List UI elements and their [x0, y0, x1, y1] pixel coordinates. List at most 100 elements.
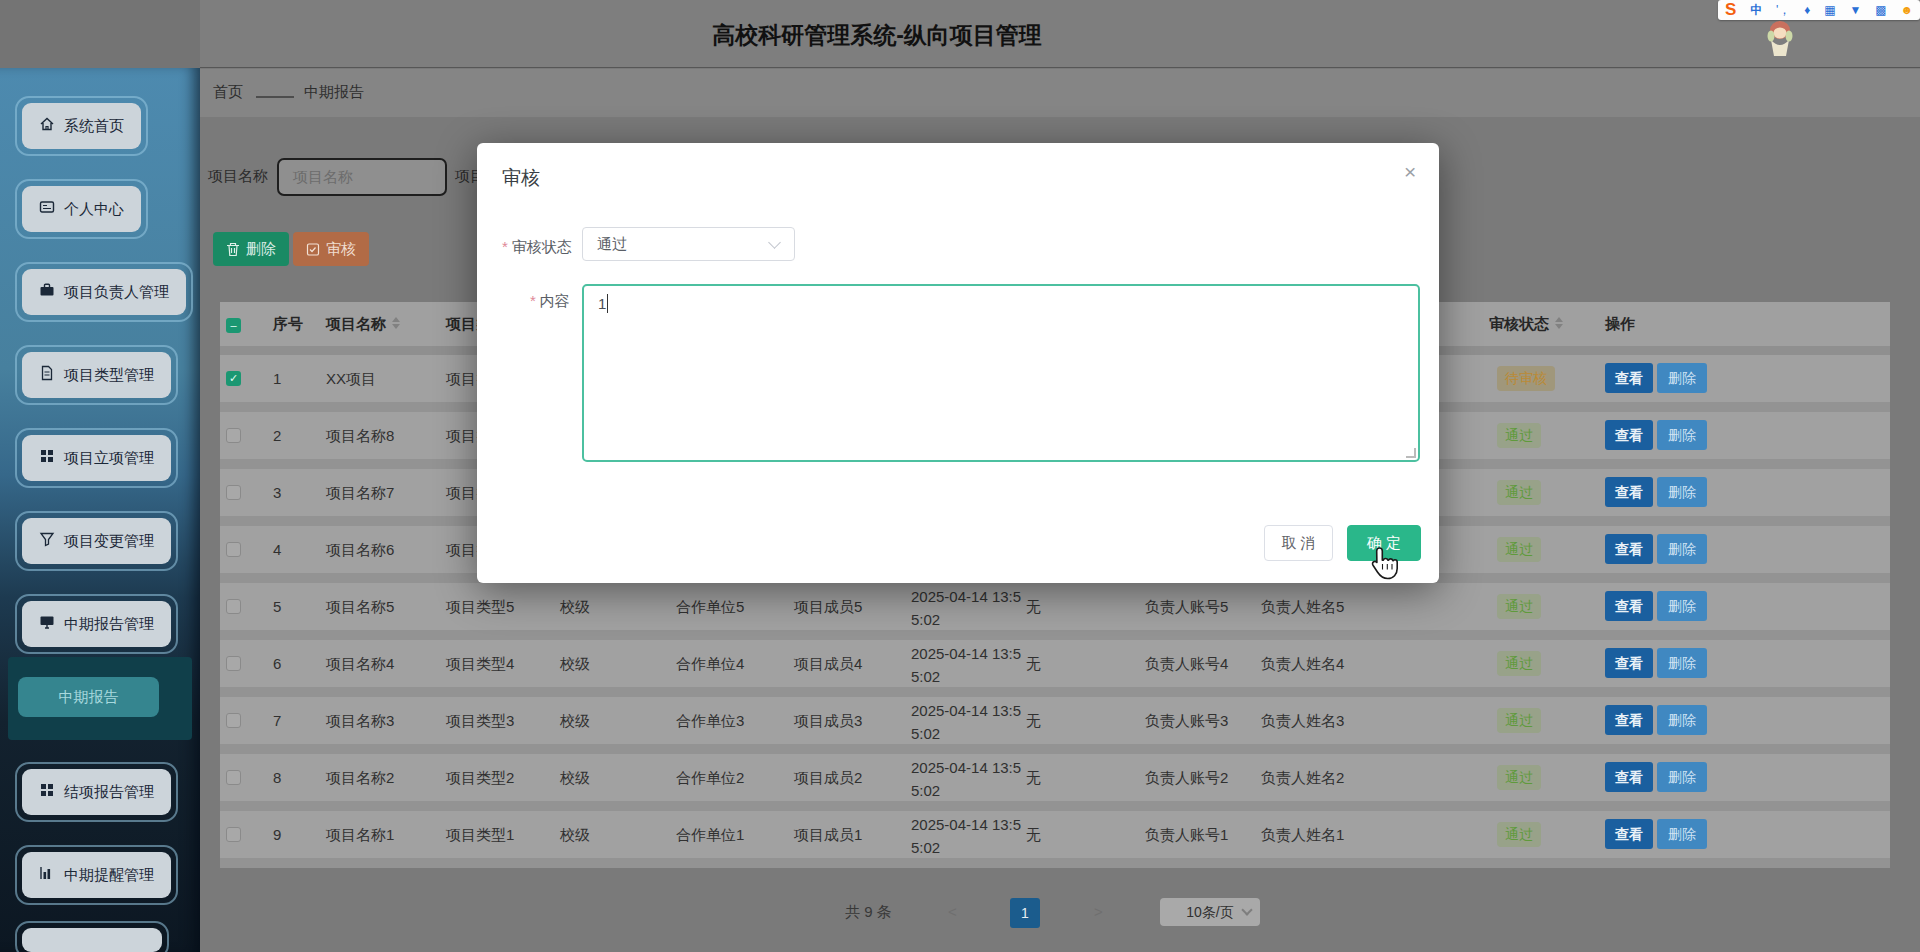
row-checkbox[interactable]: [226, 656, 241, 671]
status-select-value: 通过: [597, 235, 627, 254]
status-badge: 待审核: [1497, 366, 1555, 391]
close-icon[interactable]: ×: [1404, 160, 1416, 184]
cell-name: 项目名称5: [326, 583, 394, 630]
sidebar-item-结项报告管理[interactable]: 结项报告管理: [22, 769, 171, 815]
pagination-next[interactable]: >: [1094, 903, 1103, 920]
grid-icon: [39, 782, 55, 802]
status-badge: 通过: [1497, 423, 1541, 448]
view-button[interactable]: 查看: [1605, 363, 1653, 393]
cell-level: 校级: [560, 697, 590, 744]
row-checkbox[interactable]: [226, 485, 241, 500]
cell-seq: 8: [273, 754, 281, 801]
text-caret: [607, 294, 608, 313]
cell-end: 无: [1026, 697, 1041, 744]
view-button[interactable]: 查看: [1605, 819, 1653, 849]
view-button[interactable]: 查看: [1605, 534, 1653, 564]
col-header-status[interactable]: 审核状态: [1489, 302, 1563, 346]
idcard-icon: [39, 199, 55, 219]
sidebar-item-项目立项管理[interactable]: 项目立项管理: [22, 435, 171, 481]
pagination-total: 共 9 条: [845, 903, 892, 922]
sidebar: 系统首页个人中心项目负责人管理项目类型管理项目立项管理项目变更管理中期报告管理结…: [0, 68, 200, 952]
row-delete-button[interactable]: 删除: [1657, 648, 1707, 678]
cell-end: 无: [1026, 583, 1041, 630]
textarea-resize-grip[interactable]: [1406, 448, 1416, 458]
file-icon: [39, 365, 55, 385]
mic-icon: ♦: [1804, 3, 1810, 17]
pagination-page-1[interactable]: 1: [1010, 898, 1040, 928]
content-textarea-value: 1: [598, 295, 606, 312]
sidebar-item-项目负责人管理[interactable]: 项目负责人管理: [22, 269, 186, 315]
sidebar-item-个人中心[interactable]: 个人中心: [22, 186, 141, 232]
keyboard-icon: ▦: [1824, 3, 1835, 17]
row-delete-button[interactable]: 删除: [1657, 420, 1707, 450]
cell-seq: 2: [273, 412, 281, 459]
row-delete-button[interactable]: 删除: [1657, 762, 1707, 792]
sogou-logo: S: [1725, 0, 1736, 20]
col-header-action[interactable]: 操作: [1605, 302, 1635, 346]
cell-end: 无: [1026, 640, 1041, 687]
cell-type: 项目类型5: [446, 583, 514, 630]
cell-member: 项目成员1: [794, 811, 862, 858]
row-delete-button[interactable]: 删除: [1657, 591, 1707, 621]
breadcrumb-home[interactable]: 首页: [213, 83, 243, 102]
screen: 高校科研管理系统-纵向项目管理 首页 中期报告 系统首页个人中心项目负责人管理项…: [0, 0, 1920, 952]
review-button[interactable]: 审核: [293, 232, 369, 266]
view-button[interactable]: 查看: [1605, 477, 1653, 507]
row-checkbox[interactable]: [226, 428, 241, 443]
chart-icon: [39, 865, 55, 885]
view-button[interactable]: 查看: [1605, 762, 1653, 792]
ime-toolbar[interactable]: S 中 '， ♦ ▦ ▼ ▩ ☻: [1718, 0, 1920, 20]
home-icon: [39, 116, 55, 136]
sort-carets-icon[interactable]: [392, 317, 400, 329]
sidebar-item-项目变更管理[interactable]: 项目变更管理: [22, 518, 171, 564]
cell-org: 合作单位3: [676, 697, 744, 744]
cancel-button[interactable]: 取 消: [1264, 525, 1333, 561]
select-all-checkbox[interactable]: –: [226, 318, 241, 333]
mouse-cursor-pointer: [1368, 546, 1398, 580]
search-placeholder: 项目名称: [293, 168, 353, 187]
cell-account: 负责人账号4: [1145, 640, 1228, 687]
cell-org: 合作单位1: [676, 811, 744, 858]
row-checkbox[interactable]: [226, 713, 241, 728]
row-delete-button[interactable]: 删除: [1657, 363, 1707, 393]
col-header-name[interactable]: 项目名称: [326, 302, 400, 346]
cell-type: 项目类型1: [446, 811, 514, 858]
breadcrumb-divider: [256, 96, 294, 98]
view-button[interactable]: 查看: [1605, 591, 1653, 621]
cell-account: 负责人账号5: [1145, 583, 1228, 630]
status-badge: 通过: [1497, 537, 1541, 562]
sidebar-item-系统首页[interactable]: 系统首页: [22, 103, 141, 149]
status-badge: 通过: [1497, 594, 1541, 619]
cell-name: 项目名称3: [326, 697, 394, 744]
sort-carets-icon[interactable]: [1555, 317, 1563, 329]
cell-date: 2025-04-14 13:5 5:02: [911, 640, 1021, 687]
sidebar-item-midterm-report-active[interactable]: 中期报告: [18, 677, 159, 717]
status-badge: 通过: [1497, 822, 1541, 847]
row-delete-button[interactable]: 删除: [1657, 819, 1707, 849]
cell-name: XX项目: [326, 355, 376, 402]
sidebar-item-项目类型管理[interactable]: 项目类型管理: [22, 352, 171, 398]
view-button[interactable]: 查看: [1605, 420, 1653, 450]
row-checkbox[interactable]: ✓: [226, 371, 241, 386]
content-textarea[interactable]: [582, 284, 1420, 462]
row-delete-button[interactable]: 删除: [1657, 534, 1707, 564]
row-delete-button[interactable]: 删除: [1657, 477, 1707, 507]
cell-name: 项目名称2: [326, 754, 394, 801]
cell-pname: 负责人姓名4: [1261, 640, 1344, 687]
cell-member: 项目成员2: [794, 754, 862, 801]
table-row: 6项目名称4项目类型4校级合作单位4项目成员42025-04-14 13:5 5…: [220, 640, 1890, 697]
page-title: 高校科研管理系统-纵向项目管理: [712, 20, 1042, 51]
sidebar-item-中期报告管理[interactable]: 中期报告管理: [22, 601, 171, 647]
row-checkbox[interactable]: [226, 770, 241, 785]
trash-icon: [226, 242, 240, 257]
view-button[interactable]: 查看: [1605, 648, 1653, 678]
header-corner: [0, 0, 200, 68]
delete-button[interactable]: 删除: [213, 232, 289, 266]
row-checkbox[interactable]: [226, 542, 241, 557]
view-button[interactable]: 查看: [1605, 705, 1653, 735]
row-delete-button[interactable]: 删除: [1657, 705, 1707, 735]
col-header-seq[interactable]: 序号: [273, 302, 303, 346]
pagination-prev[interactable]: <: [948, 903, 957, 920]
row-checkbox[interactable]: [226, 599, 241, 614]
row-checkbox[interactable]: [226, 827, 241, 842]
